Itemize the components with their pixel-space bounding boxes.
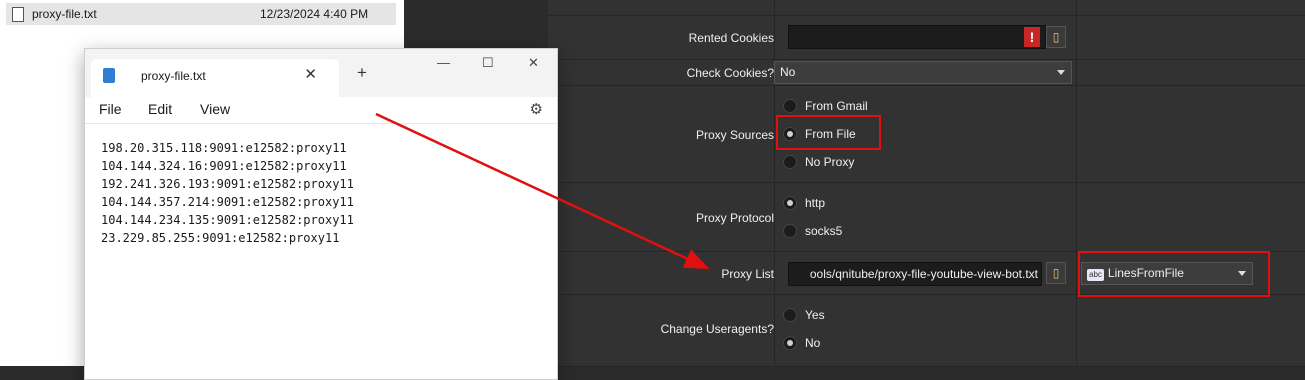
new-tab-icon[interactable]: + xyxy=(357,63,367,83)
tab-proxy-file[interactable]: proxy-file.txt ✕ xyxy=(91,59,339,97)
radio-http[interactable]: http xyxy=(783,196,825,210)
text-area[interactable]: 198.20.315.118:9091:e12582:proxy11 104.1… xyxy=(85,124,557,379)
text-line: 198.20.315.118:9091:e12582:proxy11 xyxy=(101,141,347,155)
highlight-box xyxy=(776,115,881,150)
proxy-sources-label: Proxy Sources xyxy=(695,128,774,142)
file-name: proxy-file.txt xyxy=(32,7,97,21)
radio-label: From Gmail xyxy=(805,99,868,113)
gear-icon[interactable]: ⚙ xyxy=(530,100,543,118)
menu-file[interactable]: File xyxy=(99,101,122,117)
rented-cookies-label: Rented Cookies xyxy=(688,31,774,45)
menu-view[interactable]: View xyxy=(200,101,230,117)
menu-edit[interactable]: Edit xyxy=(148,101,172,117)
window-close-icon[interactable]: ✕ xyxy=(528,55,539,71)
notepad-icon xyxy=(103,68,115,83)
row-change-useragents: Change Useragents? Yes No xyxy=(548,295,1305,367)
radio-socks5[interactable]: socks5 xyxy=(783,224,842,238)
radio-icon xyxy=(783,155,797,169)
radio-icon xyxy=(783,99,797,113)
text-line: 104.144.324.16:9091:e12582:proxy11 xyxy=(101,159,347,173)
radio-label: No xyxy=(805,336,821,350)
chevron-down-icon xyxy=(1057,70,1065,75)
radio-no-proxy[interactable]: No Proxy xyxy=(783,155,854,169)
folder-browse-icon[interactable]: ▯ xyxy=(1046,262,1066,284)
folder-browse-icon[interactable]: ▯ xyxy=(1046,26,1066,48)
row-rented-cookies: Rented Cookies ! ▯ xyxy=(548,16,1305,60)
row-check-cookies: Check Cookies? No xyxy=(548,60,1305,86)
check-cookies-select[interactable]: No xyxy=(774,61,1072,84)
file-row[interactable]: proxy-file.txt 12/23/2024 4:40 PM xyxy=(6,3,396,25)
proxy-list-path: ools/qnitube/proxy-file-youtube-view-bot… xyxy=(809,267,1038,281)
proxy-list-label: Proxy List xyxy=(721,267,774,281)
file-date: 12/23/2024 4:40 PM xyxy=(260,7,369,21)
radio-label: socks5 xyxy=(805,224,843,238)
check-cookies-label: Check Cookies? xyxy=(686,66,774,80)
minimize-icon[interactable]: — xyxy=(437,55,450,70)
settings-panel: Rented Cookies ! ▯ Check Cookies? No Pro… xyxy=(548,0,1305,367)
radio-label: No Proxy xyxy=(805,155,855,169)
notepad-window: proxy-file.txt ✕ + — ☐ ✕ File Edit View … xyxy=(84,48,558,380)
maximize-icon[interactable]: ☐ xyxy=(482,55,494,71)
text-line: 192.241.326.193:9091:e12582:proxy11 xyxy=(101,177,354,191)
radio-label: Yes xyxy=(805,308,825,322)
row-proxy-sources: Proxy Sources From Gmail From File No Pr… xyxy=(548,86,1305,183)
radio-icon xyxy=(783,224,797,238)
radio-selected-icon xyxy=(783,336,797,350)
text-file-icon xyxy=(12,6,24,22)
radio-no[interactable]: No xyxy=(783,336,820,350)
check-cookies-value: No xyxy=(780,65,796,79)
radio-selected-icon xyxy=(783,196,797,210)
proxy-protocol-label: Proxy Protocol xyxy=(695,211,774,225)
text-line: 104.144.357.214:9091:e12582:proxy11 xyxy=(101,195,354,209)
radio-label: http xyxy=(805,196,826,210)
error-icon: ! xyxy=(1024,27,1040,47)
highlight-box xyxy=(1078,251,1270,297)
change-useragents-label: Change Useragents? xyxy=(660,322,774,336)
radio-yes[interactable]: Yes xyxy=(783,308,825,322)
tab-title: proxy-file.txt xyxy=(141,69,206,83)
text-line: 104.144.234.135:9091:e12582:proxy11 xyxy=(101,213,354,227)
rented-cookies-input[interactable] xyxy=(788,25,1046,49)
close-tab-icon[interactable]: ✕ xyxy=(304,65,317,83)
text-line: 23.229.85.255:9091:e12582:proxy11 xyxy=(101,231,340,245)
radio-from-gmail[interactable]: From Gmail xyxy=(783,99,868,113)
proxy-list-path-input[interactable]: ools/qnitube/proxy-file-youtube-view-bot… xyxy=(788,262,1042,286)
settings-row xyxy=(548,0,1305,16)
row-proxy-protocol: Proxy Protocol http socks5 xyxy=(548,183,1305,252)
menu-bar: File Edit View ⚙ xyxy=(85,97,557,124)
title-bar: proxy-file.txt ✕ + — ☐ ✕ xyxy=(85,49,557,97)
radio-icon xyxy=(783,308,797,322)
